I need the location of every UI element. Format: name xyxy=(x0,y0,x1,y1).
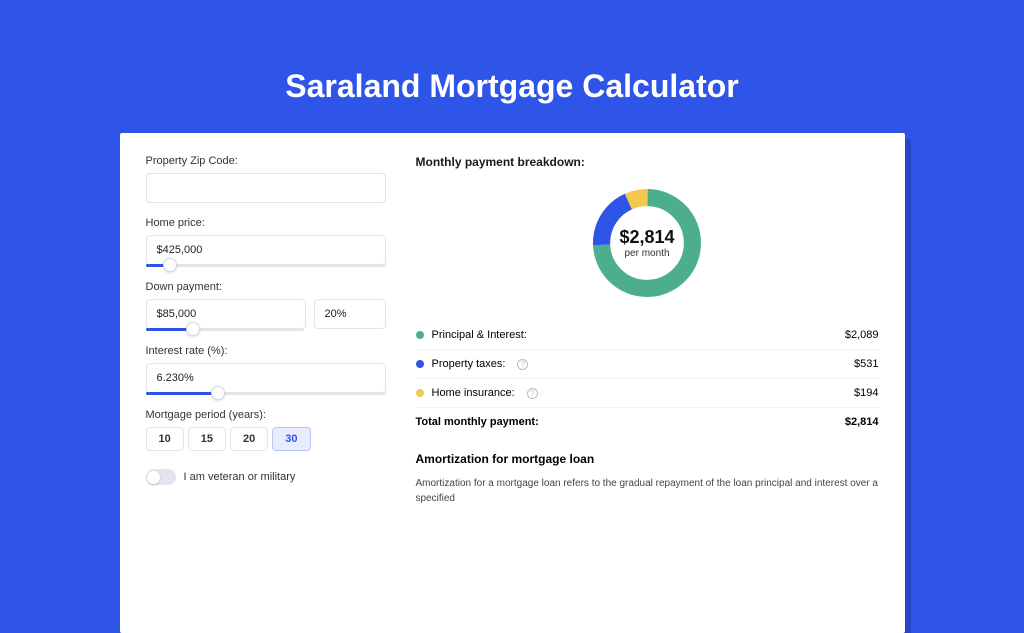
interest-field: Interest rate (%): xyxy=(146,345,386,395)
breakdown-column: Monthly payment breakdown: $2,814 per mo… xyxy=(416,155,879,633)
home-price-label: Home price: xyxy=(146,217,386,229)
period-field: Mortgage period (years): 10 15 20 30 xyxy=(146,409,386,451)
home-price-input[interactable] xyxy=(146,235,386,265)
interest-slider[interactable] xyxy=(146,392,386,395)
legend-label: Property taxes: xyxy=(432,358,506,370)
period-30-button[interactable]: 30 xyxy=(272,427,310,451)
slider-handle[interactable] xyxy=(186,322,200,336)
legend-value: $2,089 xyxy=(845,329,879,341)
slider-handle[interactable] xyxy=(163,258,177,272)
amort-text: Amortization for a mortgage loan refers … xyxy=(416,476,879,506)
period-20-button[interactable]: 20 xyxy=(230,427,268,451)
amort-title: Amortization for mortgage loan xyxy=(416,452,879,466)
legend-value: $2,814 xyxy=(845,416,879,428)
period-buttons: 10 15 20 30 xyxy=(146,427,386,451)
slider-handle[interactable] xyxy=(211,386,225,400)
legend-label: Total monthly payment: xyxy=(416,416,539,428)
donut-sub: per month xyxy=(624,248,669,259)
home-price-field: Home price: xyxy=(146,217,386,267)
period-10-button[interactable]: 10 xyxy=(146,427,184,451)
donut-amount: $2,814 xyxy=(619,227,674,248)
down-payment-slider[interactable] xyxy=(146,328,304,331)
veteran-label: I am veteran or military xyxy=(184,471,296,483)
zip-input[interactable] xyxy=(146,173,386,203)
down-payment-label: Down payment: xyxy=(146,281,386,293)
zip-field: Property Zip Code: xyxy=(146,155,386,203)
legend-row-taxes: Property taxes: ? $531 xyxy=(416,350,879,379)
period-15-button[interactable]: 15 xyxy=(188,427,226,451)
breakdown-legend: Principal & Interest: $2,089 Property ta… xyxy=(416,321,879,436)
interest-input[interactable] xyxy=(146,363,386,393)
page-title: Saraland Mortgage Calculator xyxy=(0,0,1024,133)
down-payment-input[interactable] xyxy=(146,299,306,329)
home-price-slider[interactable] xyxy=(146,264,386,267)
info-icon[interactable]: ? xyxy=(527,388,538,399)
calculator-card: Property Zip Code: Home price: Down paym… xyxy=(120,133,905,633)
period-label: Mortgage period (years): xyxy=(146,409,386,421)
legend-label: Home insurance: xyxy=(432,387,515,399)
info-icon[interactable]: ? xyxy=(517,359,528,370)
dot-icon xyxy=(416,360,424,368)
legend-value: $531 xyxy=(854,358,878,370)
dot-icon xyxy=(416,389,424,397)
legend-label: Principal & Interest: xyxy=(432,329,527,341)
legend-row-insurance: Home insurance: ? $194 xyxy=(416,379,879,408)
legend-row-total: Total monthly payment: $2,814 xyxy=(416,408,879,436)
legend-value: $194 xyxy=(854,387,878,399)
breakdown-title: Monthly payment breakdown: xyxy=(416,155,879,169)
zip-label: Property Zip Code: xyxy=(146,155,386,167)
toggle-knob xyxy=(147,471,160,484)
down-payment-field: Down payment: xyxy=(146,281,386,331)
legend-row-principal: Principal & Interest: $2,089 xyxy=(416,321,879,350)
donut-chart: $2,814 per month xyxy=(416,183,879,303)
down-payment-pct-input[interactable] xyxy=(314,299,386,329)
form-column: Property Zip Code: Home price: Down paym… xyxy=(146,155,386,633)
veteran-field: I am veteran or military xyxy=(146,469,386,485)
interest-label: Interest rate (%): xyxy=(146,345,386,357)
dot-icon xyxy=(416,331,424,339)
veteran-toggle[interactable] xyxy=(146,469,176,485)
